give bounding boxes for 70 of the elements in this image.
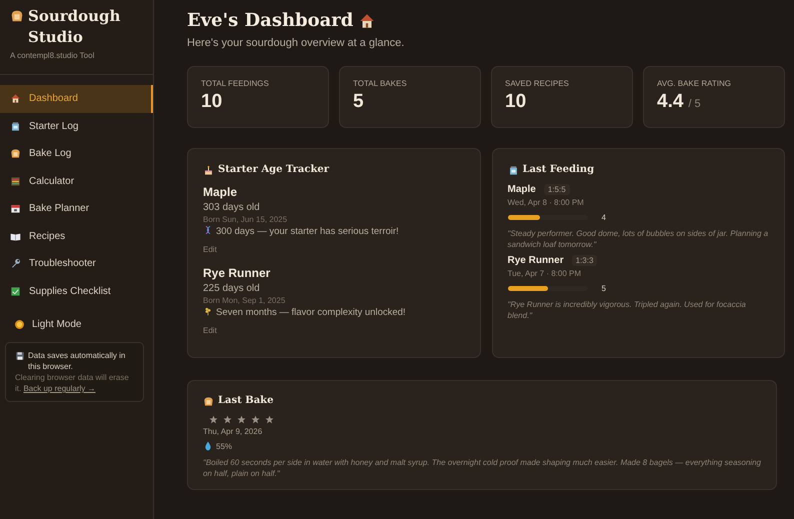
- starter-age: 225 days old: [203, 282, 261, 295]
- bread-icon: [10, 148, 21, 160]
- theme-toggle-button[interactable]: Light Mode: [14, 319, 153, 330]
- ratio-badge: 1:3:3: [572, 255, 598, 266]
- nav-item[interactable]: Starter Log: [0, 112, 153, 140]
- starter-age: 303 days old: [203, 201, 261, 214]
- storage-note-title: Data saves automatically in this browser.: [28, 350, 126, 372]
- edit-link[interactable]: Edit: [203, 245, 217, 254]
- feeding-time: Tue, Apr 7 · 8:00 PM: [508, 269, 582, 278]
- stat-value: 10: [505, 91, 526, 113]
- feeding-note: "Rye Runner is incredibly vigorous. Tripled again. Used for focaccia blend.": [508, 299, 747, 321]
- stat-label: SAVED RECIPES: [505, 79, 570, 88]
- star-icon: [223, 415, 232, 424]
- rise-score: 5: [602, 284, 606, 293]
- wheat-icon: [203, 306, 213, 316]
- droplet-icon: [203, 441, 213, 451]
- born-date: Born Mon, Sep 1, 2025: [203, 295, 286, 306]
- stat-label: TOTAL FEEDINGS: [201, 79, 270, 88]
- app-subtitle: A contempl8.studio Tool: [10, 51, 96, 60]
- jar-icon: [10, 120, 21, 132]
- rise-score: 4: [602, 213, 606, 222]
- star-icon: [237, 415, 246, 424]
- house-icon: [10, 93, 21, 104]
- bake-note: "Boiled 60 seconds per side in water with honey and malt syrup. The overnight cold proof made shaping much easier. Made 8 bagels — everything seasoning on half, plain on half.": [203, 457, 761, 479]
- ratio-badge: 1:5:5: [544, 184, 570, 195]
- nav-item[interactable]: Calculator: [0, 168, 153, 195]
- stat-value: 10: [201, 91, 222, 113]
- nav-item[interactable]: Troubleshooter: [0, 250, 153, 278]
- page-subtitle: Here's your sourdough overview at a glance.: [187, 37, 406, 49]
- cake-icon: [203, 164, 214, 176]
- star-icon: [265, 415, 274, 424]
- bake-date: Thu, Apr 9, 2026: [203, 427, 264, 436]
- nav-item[interactable]: Supplies Checklist: [0, 278, 153, 305]
- born-date: Born Sun, Jun 15, 2025: [203, 214, 288, 225]
- bread-icon: [203, 396, 214, 406]
- nav-item[interactable]: Bake Log: [0, 140, 153, 168]
- nav-item[interactable]: Bake Planner: [0, 195, 153, 222]
- storage-note-text: Clearing browser data will erase it. Back up regularly →: [15, 372, 130, 394]
- star-icon: [209, 415, 218, 424]
- nav-item[interactable]: Recipes: [0, 222, 153, 250]
- starter-name: Rye Runner: [508, 255, 564, 266]
- milestone-text: 300 days — your starter has serious terroir!: [216, 226, 399, 237]
- card-title: Starter Age Tracker: [218, 163, 330, 177]
- backup-link[interactable]: Back up regularly →: [23, 384, 96, 393]
- jar-icon: [508, 164, 518, 176]
- starter-name: Maple: [508, 184, 536, 195]
- dna-icon: [203, 225, 213, 235]
- stat-value: 4.4: [657, 91, 684, 113]
- stat-label: AVG. BAKE RATING: [657, 79, 732, 88]
- edit-link[interactable]: Edit: [203, 326, 217, 335]
- checkbox-icon: [10, 286, 21, 297]
- app-title: Sourdough Studio: [28, 6, 122, 48]
- star-icon: [251, 415, 260, 424]
- card-title: Last Feeding: [522, 163, 594, 177]
- feeding-time: Wed, Apr 8 · 8:00 PM: [508, 198, 585, 207]
- house-icon: [358, 12, 376, 30]
- sun-icon: [14, 319, 25, 330]
- stat-value: 5: [353, 91, 364, 113]
- card-title: Last Bake: [218, 394, 274, 408]
- stat-suffix: / 5: [688, 98, 701, 110]
- calendar-icon: [10, 203, 21, 214]
- feeding-note: "Steady performer. Good dome, lots of bubbles on sides of jar. Planning a sandwich loaf tomorrow.": [508, 228, 769, 250]
- hydration-value: 55%: [216, 442, 232, 450]
- starter-name: Maple: [203, 184, 238, 201]
- milestone-text: Seven months — flavor complexity unlocked!: [216, 307, 406, 318]
- bread-icon: [10, 9, 24, 23]
- nav-item[interactable]: Dashboard: [0, 85, 153, 112]
- page-title: Eve's Dashboard: [187, 9, 354, 33]
- starter-name: Rye Runner: [203, 265, 272, 282]
- stat-label: TOTAL BAKES: [353, 79, 408, 88]
